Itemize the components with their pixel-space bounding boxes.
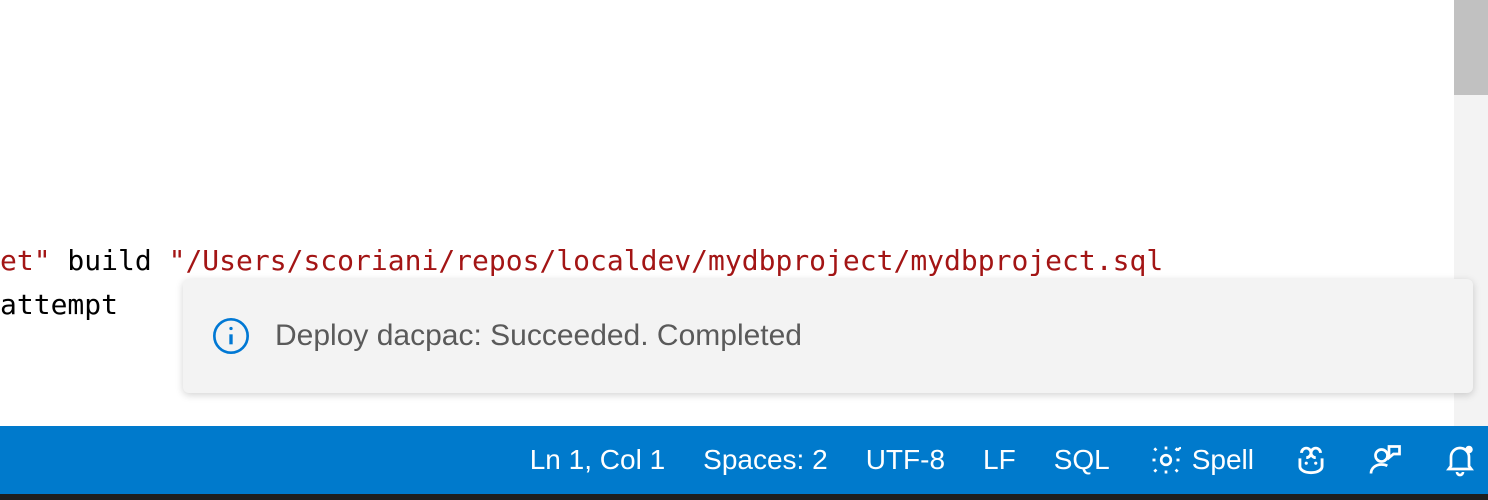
status-encoding[interactable]: UTF-8	[864, 426, 947, 494]
status-bar: Ln 1, Col 1 Spaces: 2 UTF-8 LF SQL Spell	[0, 426, 1488, 494]
bell-icon	[1442, 442, 1478, 478]
status-indentation[interactable]: Spaces: 2	[701, 426, 830, 494]
status-notifications[interactable]	[1440, 426, 1480, 494]
code-token: et"	[0, 244, 51, 277]
code-token: build	[51, 244, 169, 277]
person-feedback-icon	[1368, 442, 1404, 478]
copilot-icon	[1292, 441, 1330, 479]
code-token: "/Users/scoriani/repos/localdev/mydbproj…	[169, 244, 1164, 277]
status-feedback[interactable]	[1366, 426, 1406, 494]
info-icon	[211, 316, 251, 356]
status-copilot[interactable]	[1290, 426, 1332, 494]
editor-scrollbar-thumb[interactable]	[1454, 0, 1488, 95]
status-spell[interactable]: Spell	[1146, 426, 1256, 494]
notification-message: Deploy dacpac: Succeeded. Completed	[275, 319, 802, 353]
status-cursor-position[interactable]: Ln 1, Col 1	[528, 426, 667, 494]
status-language-label: SQL	[1054, 444, 1110, 476]
bottom-strip	[0, 494, 1488, 500]
status-encoding-label: UTF-8	[866, 444, 945, 476]
status-indent-label: Spaces: 2	[703, 444, 828, 476]
code-line: attempt	[0, 283, 118, 327]
bug-gear-icon	[1148, 442, 1184, 478]
status-cursor-label: Ln 1, Col 1	[530, 444, 665, 476]
code-token: attempt	[0, 288, 118, 321]
status-eol-label: LF	[983, 444, 1016, 476]
notification-toast[interactable]: Deploy dacpac: Succeeded. Completed	[183, 279, 1473, 393]
status-eol[interactable]: LF	[981, 426, 1018, 494]
status-language-mode[interactable]: SQL	[1052, 426, 1112, 494]
status-spell-label: Spell	[1192, 444, 1254, 476]
code-line: et" build "/Users/scoriani/repos/localde…	[0, 239, 1163, 283]
